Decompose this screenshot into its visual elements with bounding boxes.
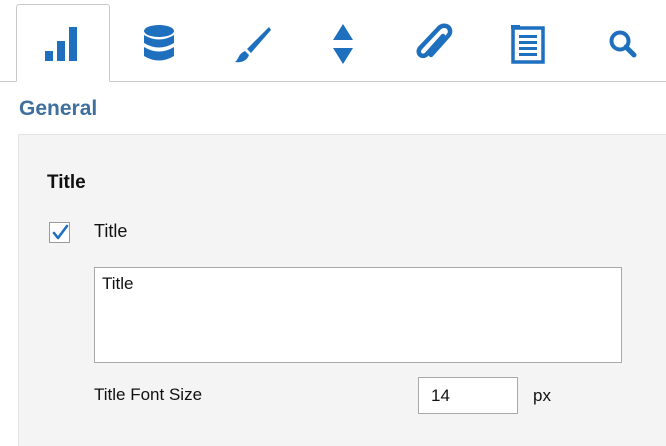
paperclip-icon bbox=[413, 22, 453, 66]
title-font-size-input[interactable] bbox=[418, 377, 518, 414]
tab-design[interactable] bbox=[205, 6, 299, 82]
title-font-size-label: Title Font Size bbox=[94, 385, 203, 404]
tab-sort[interactable] bbox=[296, 6, 390, 82]
group-title-heading: Title bbox=[47, 172, 86, 193]
tab-data[interactable] bbox=[112, 6, 206, 82]
title-checkbox-label: Title bbox=[94, 221, 128, 241]
tab-bar bbox=[0, 0, 666, 82]
font-size-unit: px bbox=[533, 386, 551, 405]
tab-chart[interactable] bbox=[16, 4, 110, 82]
list-icon bbox=[510, 23, 546, 65]
tab-attachments[interactable] bbox=[386, 6, 480, 82]
paintbrush-icon bbox=[232, 24, 272, 64]
search-icon bbox=[608, 28, 638, 60]
title-checkbox[interactable] bbox=[49, 222, 70, 243]
sort-arrows-icon bbox=[331, 22, 355, 66]
bar-chart-icon bbox=[43, 23, 83, 63]
tab-legend[interactable] bbox=[481, 6, 575, 82]
title-text-input[interactable]: Title bbox=[94, 267, 622, 363]
database-icon bbox=[141, 24, 177, 64]
section-general-label: General bbox=[19, 97, 98, 120]
tab-search[interactable] bbox=[580, 6, 666, 82]
